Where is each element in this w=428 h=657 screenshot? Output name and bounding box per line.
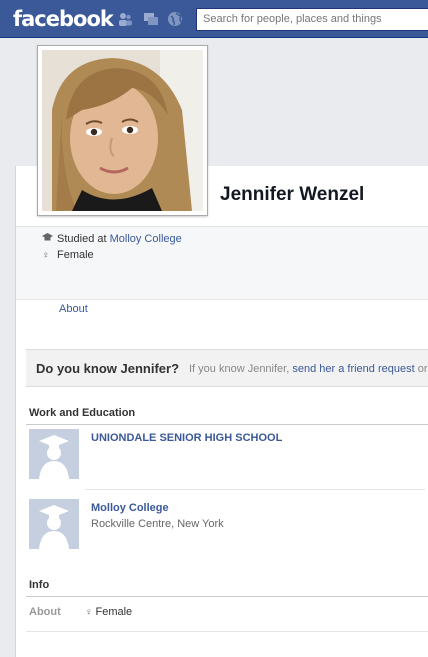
info-heading: Info: [29, 579, 50, 591]
studied-school-link[interactable]: Molloy College: [110, 233, 182, 245]
female-icon: ♀: [85, 607, 93, 618]
messages-icon[interactable]: [143, 11, 159, 27]
send-friend-request-link[interactable]: send her a friend request: [292, 363, 414, 375]
school-location: Rockville Centre, New York: [91, 518, 224, 530]
tab-about[interactable]: About: [59, 303, 88, 315]
friend-requests-icon[interactable]: [117, 11, 133, 27]
graduation-cap-icon: [42, 233, 54, 245]
work-education-heading: Work and Education: [29, 407, 136, 419]
know-question: Do you know Jennifer?: [36, 361, 180, 376]
know-text: If you know Jennifer, send her a friend …: [189, 363, 428, 375]
school-name[interactable]: Molloy College: [91, 502, 169, 514]
facebook-logo[interactable]: facebook: [13, 7, 114, 31]
divider: [85, 489, 425, 490]
know-text-suffix: or: [414, 363, 428, 375]
gender-line: ♀ Female: [42, 249, 94, 261]
divider: [26, 596, 428, 597]
studied-at-line: Studied at Molloy College: [42, 233, 182, 245]
profile-name[interactable]: Jennifer Wenzel: [220, 184, 364, 206]
do-you-know-bar: Do you know Jennifer? If you know Jennif…: [26, 349, 428, 387]
school-name[interactable]: UNIONDALE SENIOR HIGH SCHOOL: [91, 432, 282, 444]
school-placeholder-icon[interactable]: [29, 429, 79, 479]
profile-photo: [42, 50, 203, 211]
school-placeholder-icon[interactable]: [29, 499, 79, 549]
gender-value: Female: [57, 249, 94, 261]
notifications-globe-icon[interactable]: [167, 11, 183, 27]
top-bar: facebook Search for people, places and t…: [0, 0, 428, 38]
divider: [26, 424, 428, 425]
divider: [26, 631, 428, 632]
about-label: About: [29, 606, 61, 618]
search-input[interactable]: Search for people, places and things: [196, 8, 428, 31]
profile-picture[interactable]: [37, 45, 208, 216]
know-text-prefix: If you know Jennifer,: [189, 363, 293, 375]
about-gender: ♀ Female: [85, 606, 132, 618]
about-gender-value: Female: [95, 606, 133, 618]
studied-prefix: Studied at: [57, 233, 110, 245]
female-icon: ♀: [42, 250, 50, 261]
